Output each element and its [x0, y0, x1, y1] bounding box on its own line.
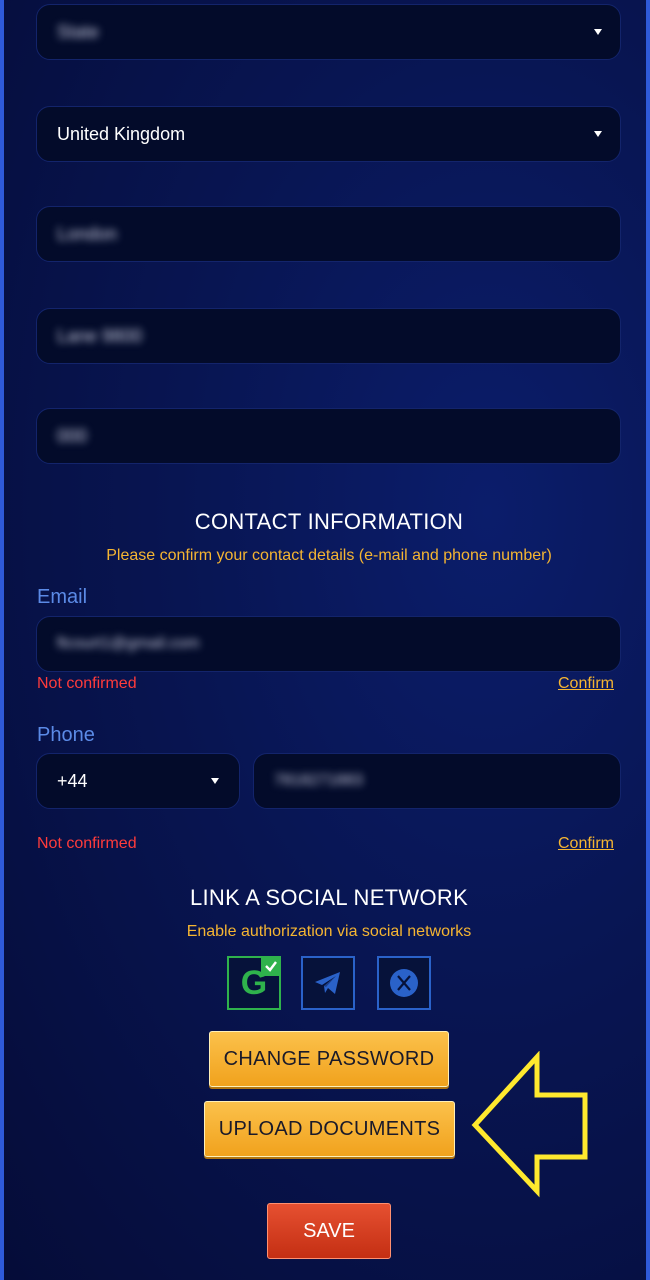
- chevron-down-icon: [594, 131, 602, 137]
- check-badge-icon: [261, 956, 281, 976]
- email-confirm-link[interactable]: Confirm: [558, 675, 614, 693]
- address-value: Lane 9800: [57, 325, 143, 346]
- phone-number-field[interactable]: 7818271883: [253, 753, 621, 809]
- zip-value: 000: [57, 425, 88, 446]
- phone-label: Phone: [37, 724, 95, 746]
- phone-value: 7818271883: [274, 772, 363, 789]
- state-select[interactable]: State: [36, 4, 621, 60]
- x-link-button[interactable]: [377, 956, 431, 1010]
- country-value: United Kingdom: [57, 123, 186, 144]
- email-status: Not confirmed: [37, 675, 137, 692]
- telegram-icon: [315, 972, 340, 994]
- zip-input[interactable]: 000: [36, 408, 621, 464]
- social-section-title: LINK A SOCIAL NETWORK: [189, 885, 469, 910]
- email-value: ftcourt1@gmail.com: [57, 635, 200, 652]
- social-section-subtitle: Enable authorization via social networks: [186, 923, 472, 940]
- country-select[interactable]: United Kingdom: [36, 106, 621, 162]
- phone-status: Not confirmed: [37, 835, 137, 852]
- phone-confirm-link[interactable]: Confirm: [558, 835, 614, 853]
- email-label: Email: [37, 586, 88, 608]
- google-link-button[interactable]: G: [227, 956, 281, 1010]
- x-icon: [390, 969, 418, 997]
- phone-code-select[interactable]: +44: [36, 753, 240, 809]
- phone-code-value: +44: [57, 770, 88, 791]
- contact-section-subtitle: Please confirm your contact details (e-m…: [106, 547, 552, 564]
- email-field[interactable]: ftcourt1@gmail.com: [36, 616, 621, 672]
- address-input[interactable]: Lane 9800: [36, 308, 621, 364]
- contact-section-title: CONTACT INFORMATION: [194, 509, 464, 534]
- change-password-button[interactable]: CHANGE PASSWORD: [209, 1031, 449, 1087]
- telegram-link-button[interactable]: [301, 956, 355, 1010]
- city-value: London: [57, 223, 118, 244]
- callout-arrow-icon: [471, 1051, 588, 1198]
- state-value: State: [57, 21, 100, 42]
- chevron-down-icon: [594, 29, 602, 35]
- save-button[interactable]: SAVE: [267, 1203, 391, 1259]
- city-input[interactable]: London: [36, 206, 621, 262]
- upload-documents-button[interactable]: UPLOAD DOCUMENTS: [204, 1101, 455, 1157]
- chevron-down-icon: [211, 778, 219, 784]
